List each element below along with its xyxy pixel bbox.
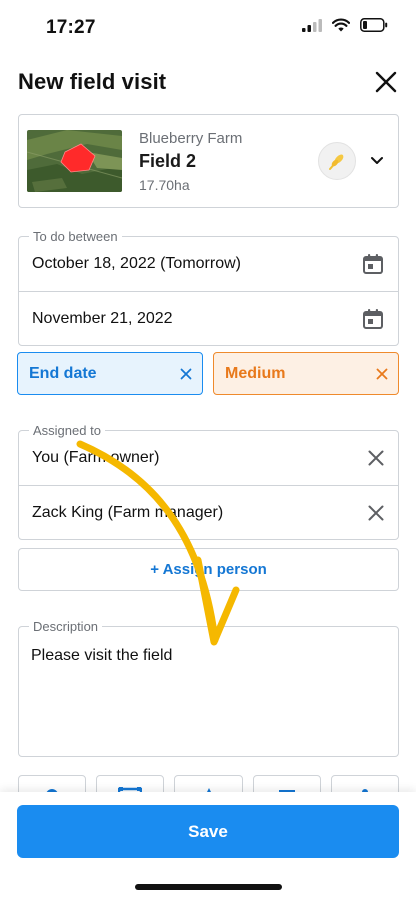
description-value: Please visit the field xyxy=(31,647,173,664)
remove-icon[interactable] xyxy=(368,505,384,521)
assign-person-button[interactable]: + Assign person xyxy=(18,548,399,591)
assignee-row: You (Farm owner) xyxy=(19,431,398,485)
footer: Save xyxy=(0,792,416,900)
calendar-icon[interactable] xyxy=(362,308,384,330)
assignee-name: You (Farm owner) xyxy=(32,449,160,466)
assignee-name: Zack King (Farm manager) xyxy=(32,503,224,521)
start-date-field[interactable]: October 18, 2022 (Tomorrow) xyxy=(19,237,398,291)
field-name: Field 2 xyxy=(139,150,197,171)
description-field[interactable]: Description Please visit the field xyxy=(18,619,399,757)
close-icon[interactable] xyxy=(376,368,388,380)
home-indicator xyxy=(135,884,282,890)
date-range-group: To do between October 18, 2022 (Tomorrow… xyxy=(18,229,399,346)
farm-name: Blueberry Farm xyxy=(139,129,243,147)
page-title: New field visit xyxy=(18,69,167,94)
status-time: 17:27 xyxy=(46,17,96,38)
signal-icon xyxy=(302,18,322,32)
header: New field visit xyxy=(18,62,402,102)
description-label: Description xyxy=(29,619,103,634)
status-bar: 17:27 xyxy=(0,0,416,56)
end-date-field[interactable]: November 21, 2022 xyxy=(19,291,398,345)
calendar-icon[interactable] xyxy=(362,253,384,275)
priority-chip[interactable]: Medium xyxy=(213,352,399,395)
assigned-label: Assigned to xyxy=(29,423,105,438)
crop-badge xyxy=(318,142,356,180)
battery-icon xyxy=(360,18,388,32)
field-selector[interactable]: Blueberry Farm Field 2 17.70ha xyxy=(18,114,399,208)
remove-icon[interactable] xyxy=(368,450,384,466)
field-map-thumbnail xyxy=(27,130,122,192)
end-date-value: November 21, 2022 xyxy=(32,309,173,327)
chevron-down-icon xyxy=(371,157,383,164)
status-icons xyxy=(302,18,388,32)
close-button[interactable] xyxy=(370,66,402,98)
wifi-icon xyxy=(332,18,350,32)
save-button[interactable]: Save xyxy=(17,805,399,858)
assignee-row: Zack King (Farm manager) xyxy=(19,485,398,539)
end-date-chip[interactable]: End date xyxy=(17,352,203,395)
start-date-value: October 18, 2022 (Tomorrow) xyxy=(32,255,241,272)
field-area: 17.70ha xyxy=(139,176,190,193)
close-icon xyxy=(375,71,397,93)
close-icon[interactable] xyxy=(180,368,192,380)
crop-icon xyxy=(329,154,344,170)
end-date-chip-label: End date xyxy=(29,364,97,382)
date-range-label: To do between xyxy=(29,229,122,244)
priority-chip-label: Medium xyxy=(225,364,286,382)
field-info: Blueberry Farm Field 2 17.70ha xyxy=(139,130,318,193)
chips-row: End date Medium xyxy=(17,352,399,395)
assigned-group: Assigned to You (Farm owner) Zack King (… xyxy=(18,423,399,540)
